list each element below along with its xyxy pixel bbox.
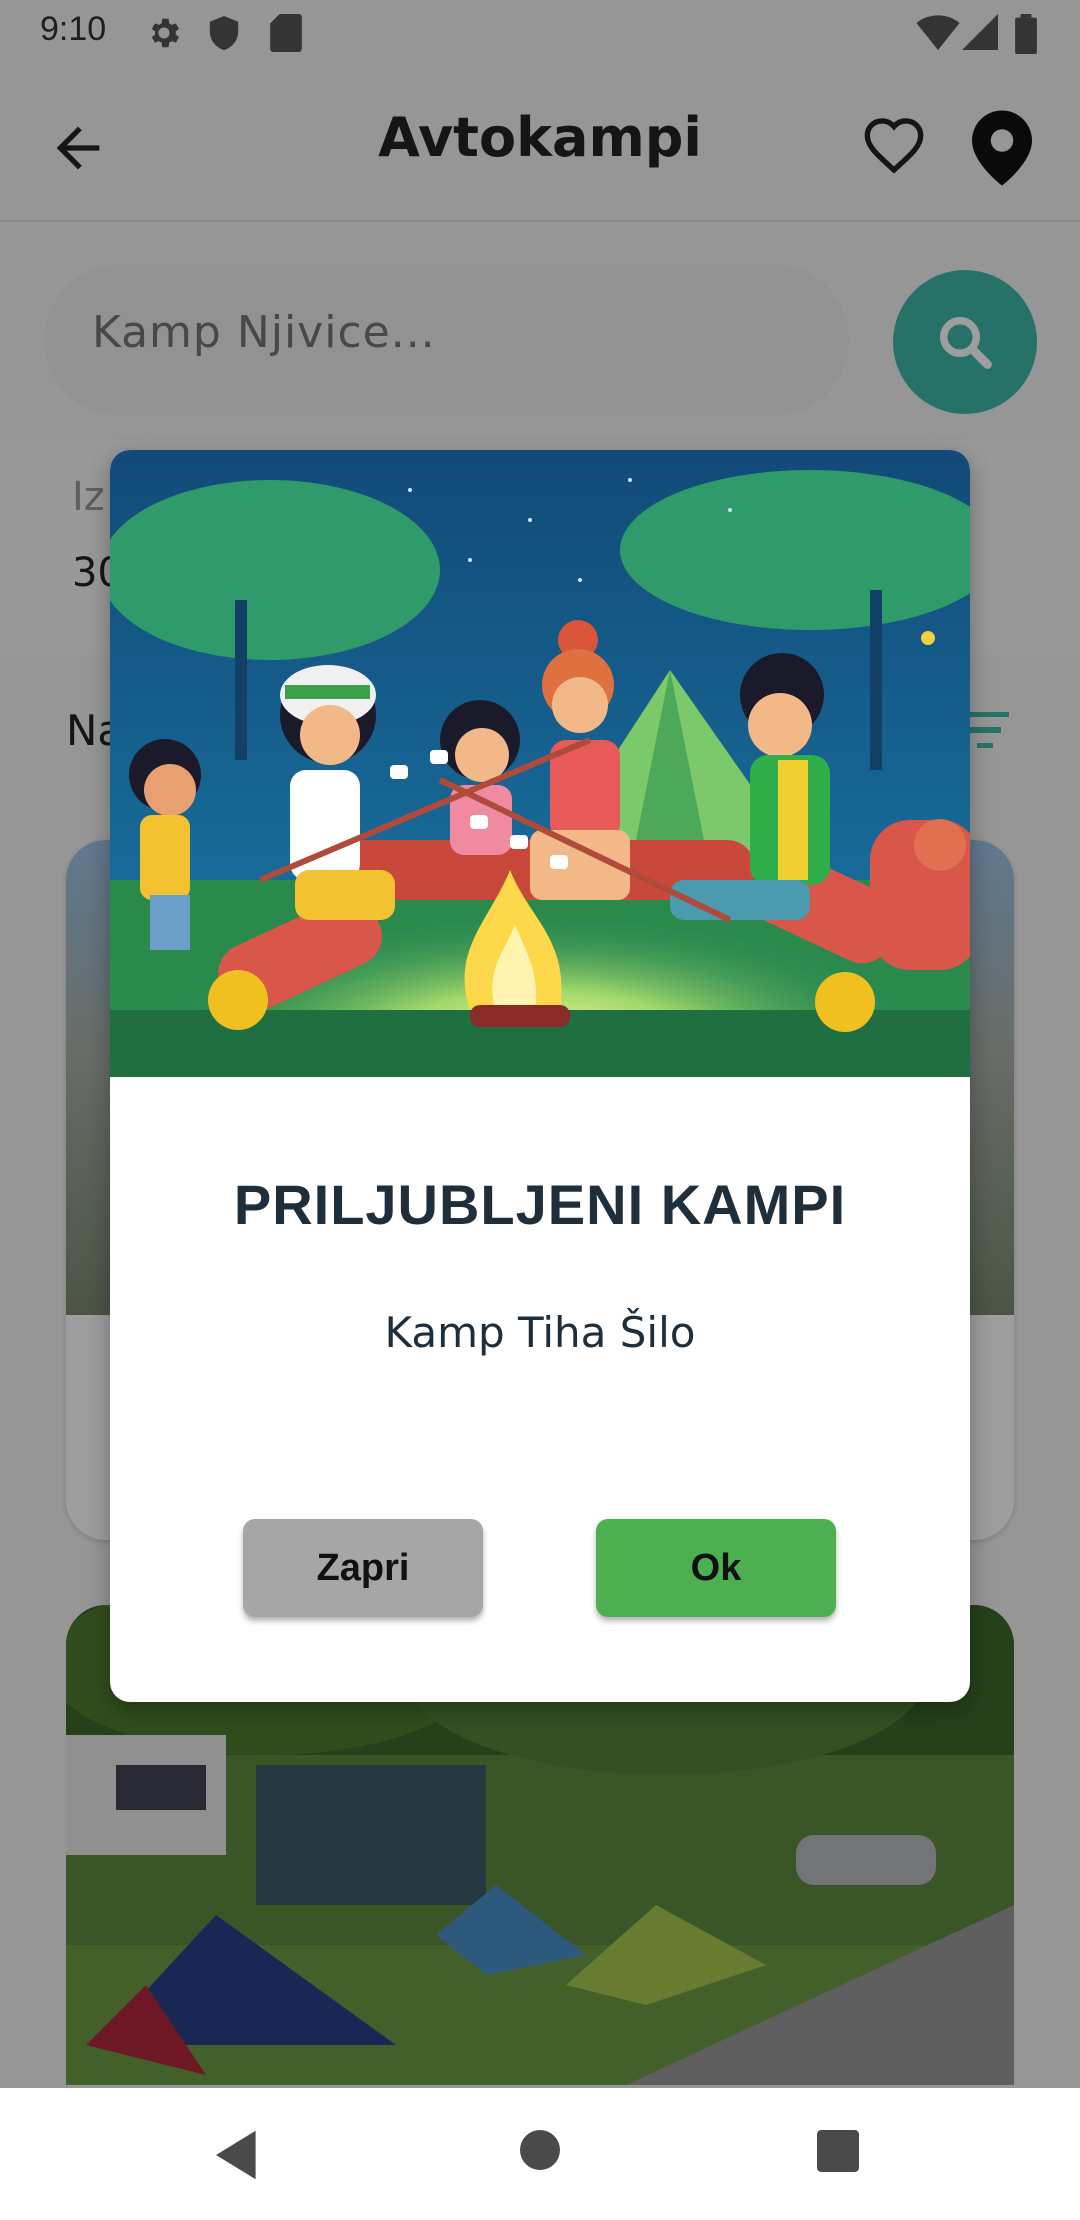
nav-back-icon[interactable] bbox=[216, 2130, 260, 2180]
nav-home-icon[interactable] bbox=[520, 2130, 560, 2170]
campfire-illustration bbox=[110, 450, 970, 1077]
favorites-dialog: PRILJUBLJENI KAMPI Kamp Tiha Šilo Zapri … bbox=[110, 450, 970, 1702]
ok-button[interactable]: Ok bbox=[596, 1519, 836, 1617]
dialog-title: PRILJUBLJENI KAMPI bbox=[233, 1173, 847, 1236]
system-nav-bar bbox=[0, 2088, 1080, 2220]
nav-recents-icon[interactable] bbox=[817, 2130, 859, 2172]
favorite-camp-item: Kamp Tiha Šilo bbox=[384, 1308, 696, 1357]
close-button[interactable]: Zapri bbox=[243, 1519, 483, 1617]
